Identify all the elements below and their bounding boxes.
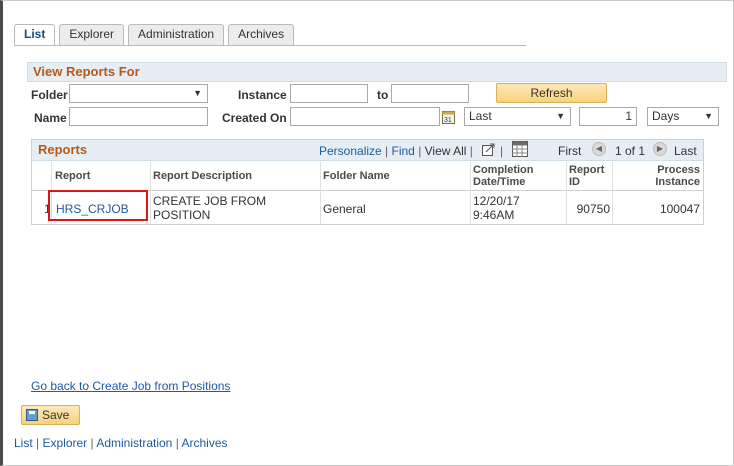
separator: | (469, 144, 473, 158)
col-process-line2: Instance (655, 176, 700, 188)
column-divider (470, 162, 471, 224)
unit-select-value: Days (652, 109, 680, 123)
report-id: 90750 (576, 202, 610, 216)
folder-select[interactable]: ▼ (69, 84, 208, 103)
name-label: Name (34, 111, 67, 125)
tab-divider (14, 45, 526, 46)
completion-date: 12/20/17 (473, 194, 520, 208)
tab-administration[interactable]: Administration (128, 24, 225, 45)
instance-to-input[interactable] (391, 84, 469, 103)
reports-title: Reports (38, 142, 88, 157)
folder-label: Folder (31, 88, 68, 102)
report-description-line1: CREATE JOB FROM (153, 194, 267, 208)
next-icon[interactable]: ▶ (653, 142, 667, 156)
column-divider (566, 162, 567, 224)
col-completion-line2: Date/Time (473, 176, 526, 188)
tab-explorer[interactable]: Explorer (59, 24, 125, 45)
view-all-link[interactable]: View All (425, 144, 467, 158)
find-link[interactable]: Find (392, 144, 415, 158)
tab-archives[interactable]: Archives (228, 24, 295, 45)
unit-select[interactable]: Days ▼ (647, 107, 719, 126)
save-icon (26, 409, 38, 421)
reports-grid-header: Reports Personalize | Find | View All | … (32, 140, 703, 161)
instance-from-input[interactable] (290, 84, 368, 103)
go-back-link[interactable]: Go back to Create Job from Positions (31, 379, 230, 393)
footer-link-archives[interactable]: Archives (181, 436, 227, 450)
svg-text:31: 31 (444, 117, 452, 124)
last-select[interactable]: Last ▼ (464, 107, 571, 126)
completion-datetime: 12/20/17 9:46AM (473, 194, 520, 222)
col-report-id-line1: Report (569, 164, 605, 176)
personalize-link[interactable]: Personalize (319, 144, 382, 158)
instance-label: Instance (238, 88, 287, 102)
footer-links: List | Explorer | Administration | Archi… (14, 436, 228, 450)
completion-time: 9:46AM (473, 208, 515, 222)
chevron-down-icon: ▼ (704, 111, 713, 121)
last-label: Last (674, 144, 697, 158)
tab-bar: List Explorer Administration Archives (14, 24, 298, 46)
first-label: First (558, 144, 582, 158)
column-divider (320, 162, 321, 224)
grid-nav-links: Personalize | Find | View All | (319, 144, 473, 158)
count-input[interactable]: 1 (579, 107, 637, 126)
chevron-down-icon: ▼ (193, 88, 202, 98)
column-divider (150, 162, 151, 224)
col-folder-name[interactable]: Folder Name (323, 162, 390, 191)
highlight-box (48, 190, 148, 221)
report-description-line2: POSITION (153, 208, 211, 222)
to-label: to (377, 88, 389, 102)
report-description: CREATE JOB FROM POSITION (153, 194, 266, 222)
tab-list[interactable]: List (14, 24, 56, 46)
save-label: Save (42, 408, 70, 422)
page-info: 1 of 1 (615, 144, 646, 158)
process-instance: 100047 (659, 202, 700, 216)
col-process-instance[interactable]: Process Instance (632, 162, 700, 191)
download-icon[interactable] (482, 143, 496, 156)
chevron-down-icon: ▼ (556, 111, 565, 121)
col-report-id-line2: ID (569, 176, 580, 188)
grid-icon[interactable] (512, 141, 528, 157)
col-process-line1: Process (657, 164, 700, 176)
footer-link-list[interactable]: List (14, 436, 33, 450)
col-report-id[interactable]: Report ID (569, 162, 604, 191)
footer-link-administration[interactable]: Administration (96, 436, 172, 450)
footer-link-explorer[interactable]: Explorer (42, 436, 87, 450)
col-report-description[interactable]: Report Description (153, 162, 252, 191)
col-report[interactable]: Report (55, 162, 90, 191)
prev-icon[interactable]: ◀ (592, 142, 606, 156)
separator: | (500, 144, 504, 158)
name-input[interactable] (69, 107, 208, 126)
col-completion[interactable]: Completion Date/Time (473, 162, 534, 191)
created-on-label: Created On (222, 111, 287, 125)
column-divider (612, 162, 613, 224)
folder-name: General (323, 202, 366, 216)
view-reports-header: View Reports For (27, 62, 727, 82)
calendar-icon[interactable]: 31 (442, 110, 455, 124)
column-headers: Report Report Description Folder Name Co… (32, 162, 703, 191)
created-on-input[interactable] (290, 107, 440, 126)
col-completion-line1: Completion (473, 164, 534, 176)
save-button[interactable]: Save (21, 405, 80, 425)
last-select-value: Last (469, 109, 492, 123)
refresh-button[interactable]: Refresh (496, 83, 607, 103)
